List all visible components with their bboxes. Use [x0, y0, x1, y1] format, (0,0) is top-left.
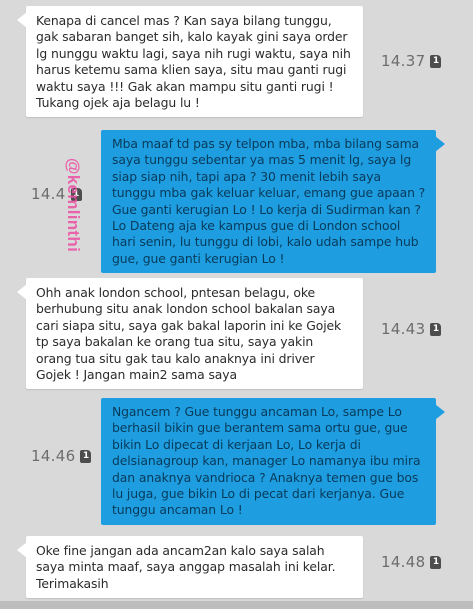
message-line: lu juga, gue bikin Lo di pecat dari kerj…: [112, 486, 405, 502]
message-meta: 14.46 1: [31, 447, 92, 465]
message-line: Ngancem ? Gue tunggu ancaman Lo, sampe L…: [112, 404, 402, 419]
message-line: berhubung situ anak london school bakala…: [36, 301, 336, 317]
message-line: orang tua situ gak tau kalo anaknya ini …: [36, 350, 315, 366]
message-line: siap siap nih, tapi apa ? 30 menit lebih…: [112, 168, 381, 184]
sim-card-icon: 1: [430, 555, 442, 569]
message-line: gak sabaran banget sih, kalo kayak gini …: [36, 29, 348, 45]
message-line: Terimakasih: [36, 575, 109, 591]
sim-card-icon: 1: [430, 54, 442, 68]
message-line: Kenapa di cancel mas ? Kan saya bilang t…: [36, 13, 332, 28]
message-bubble-outgoing[interactable]: Ngancem ? Gue tunggu ancaman Lo, sampe L…: [101, 398, 445, 525]
message-line: Tukang ojek aja belagu lu !: [36, 95, 200, 111]
message-line: berhasil bikin gue berantem sama ortu gu…: [112, 420, 408, 436]
bottom-edge: [0, 601, 473, 609]
message-line: hari senin, lu tunggu di lobi, kalo udah…: [112, 234, 419, 250]
sim-card-icon: 1: [80, 449, 92, 463]
message-bubble-incoming[interactable]: Ohh anak london school, pntesan belagu, …: [17, 278, 363, 390]
message-line: tp saya bakalan ke orang tua situ, saya …: [36, 334, 314, 350]
message-line: waktu saya !!! Gak akan mampu situ ganti…: [36, 78, 334, 94]
message-line: saya tunggu sebentar ya mas 5 menit lg, …: [112, 152, 412, 168]
message-bubble-incoming[interactable]: Oke fine jangan ada ancam2an kalo saya s…: [17, 536, 363, 599]
message-line: delsianagroup kan, manager Lo namanya ib…: [112, 453, 421, 469]
message-bubble-outgoing[interactable]: Mba maaf td pas sy telpon mba, mba bilan…: [101, 130, 445, 274]
message-time: 14.4: [31, 185, 66, 203]
message-line: cari siapa situ, saya gak bakal laporin …: [36, 317, 342, 333]
sim-card-icon: 1: [70, 187, 82, 201]
message-line: saya minta maaf, saya anggap masalah ini…: [36, 559, 336, 575]
message-line: tunggu ancaman Lo !: [112, 502, 243, 518]
message-line: Lo Dateng aja ke kampus gue di London sc…: [112, 218, 401, 234]
message-bubble-incoming[interactable]: Kenapa di cancel mas ? Kan saya bilang t…: [17, 6, 363, 118]
message-meta: 14.37 1: [381, 52, 442, 70]
message-meta: 14.48 1: [381, 553, 442, 571]
message-line: harus ketemu sama klien saya, situ mau g…: [36, 62, 347, 78]
message-line: gue, gue ganti kerugian Lo !: [112, 250, 285, 266]
message-line: dan anaknya vandrioca ? Anaknya temen gu…: [112, 469, 419, 485]
message-line: Ohh anak london school, pntesan belagu, …: [36, 285, 316, 300]
message-line: Gue ganti kerugian Lo ! Lo kerja di Sudi…: [112, 201, 421, 217]
message-line: bikin Lo dipecat di kerjaan Lo, Lo kerja…: [112, 436, 361, 452]
message-time: 14.43: [381, 320, 426, 338]
message-line: Gojek ! Jangan main2 sama saya: [36, 367, 238, 383]
message-line: lg nunggu waktu lagi, saya nih rugi wakt…: [36, 45, 351, 61]
message-time: 14.48: [381, 553, 426, 571]
chat-thread[interactable]: Kenapa di cancel mas ? Kan saya bilang t…: [0, 0, 473, 609]
watermark-text: @kemlinthi: [64, 157, 83, 253]
message-line: tunggu mba gak keluar keluar, emang gue …: [112, 185, 426, 201]
message-time: 14.46: [31, 447, 76, 465]
message-line: Oke fine jangan ada ancam2an kalo saya s…: [36, 543, 325, 558]
message-meta: 14.4 1: [31, 185, 82, 203]
message-meta: 14.43 1: [381, 320, 442, 338]
message-line: Mba maaf td pas sy telpon mba, mba bilan…: [112, 136, 420, 151]
sim-card-icon: 1: [430, 322, 442, 336]
message-time: 14.37: [381, 52, 426, 70]
watermark: @kemlinthi: [58, 135, 88, 275]
